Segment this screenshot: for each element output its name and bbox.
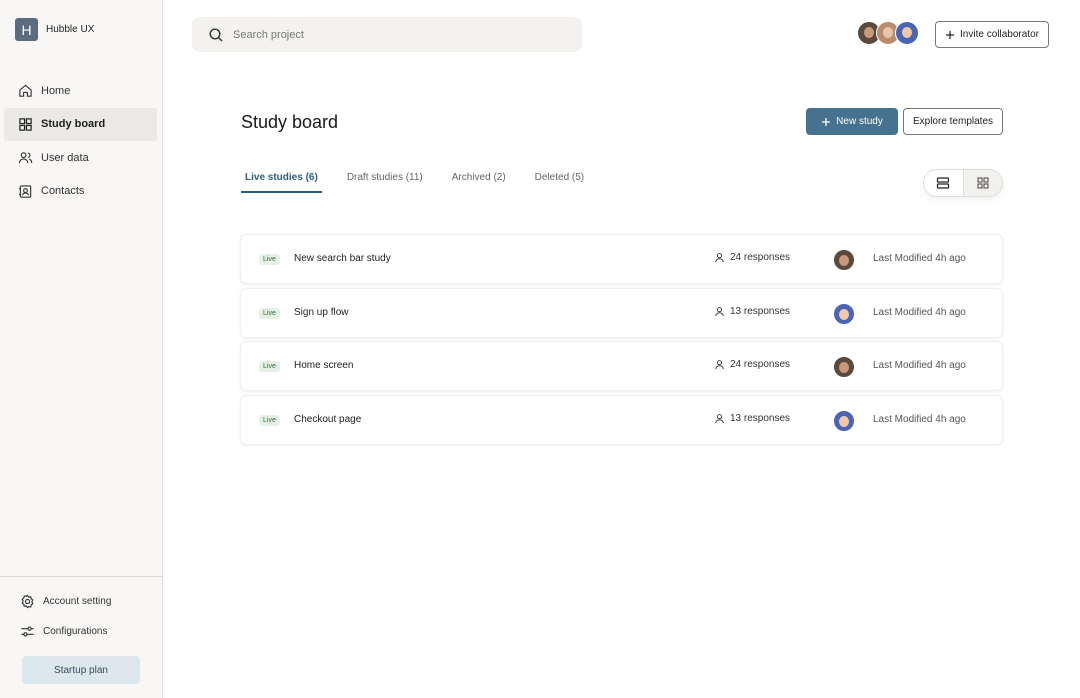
sidebar-item-label: Configurations — [43, 625, 108, 637]
explore-templates-button[interactable]: Explore templates — [903, 108, 1003, 135]
sidebar-divider — [0, 576, 163, 577]
responses-count: 24 responses — [714, 359, 790, 370]
responses-label: 13 responses — [730, 412, 791, 424]
workspace-logo: H — [15, 18, 38, 41]
sidebar-item-account-setting[interactable]: Account setting — [4, 586, 157, 616]
tab-archived[interactable]: Archived (2) — [448, 172, 510, 193]
search-icon — [209, 27, 223, 41]
last-modified: Last Modified 4h ago — [873, 360, 966, 371]
avatar — [833, 249, 855, 271]
sidebar-item-home[interactable]: Home — [4, 74, 157, 108]
tab-draft-studies[interactable]: Draft studies (11) — [343, 172, 427, 193]
gear-icon — [21, 594, 34, 608]
study-list: Live New search bar study 24 responses L… — [240, 234, 1003, 448]
grid-icon — [19, 118, 32, 131]
invite-collaborator-label: Invite collaborator — [960, 29, 1039, 40]
invite-collaborator-button[interactable]: Invite collaborator — [935, 21, 1049, 48]
sidebar-item-contacts[interactable]: Contacts — [4, 175, 157, 209]
study-row[interactable]: Live Checkout page 13 responses Last Mod… — [240, 394, 1003, 445]
sidebar-item-configurations[interactable]: Configurations — [4, 616, 157, 646]
responses-label: 24 responses — [730, 359, 791, 370]
collaborator-avatars[interactable] — [857, 21, 919, 45]
sidebar: H Hubble UX Home Study board User data C… — [0, 0, 163, 698]
avatar — [833, 302, 855, 325]
sidebar-bottom-nav: Account setting Configurations — [4, 586, 157, 646]
home-icon — [19, 84, 32, 97]
responses-label: 13 responses — [730, 305, 791, 317]
list-view-button[interactable] — [924, 170, 963, 196]
grid-view-icon — [977, 177, 989, 189]
status-badge: Live — [259, 307, 280, 319]
sidebar-item-label: Study board — [41, 118, 106, 131]
last-modified: Last Modified 4h ago — [873, 413, 966, 425]
sidebar-item-label: Home — [41, 84, 71, 97]
sliders-icon — [21, 626, 34, 636]
tab-deleted[interactable]: Deleted (5) — [531, 172, 588, 193]
sidebar-nav: Home Study board User data Contacts — [4, 74, 157, 208]
workspace-switcher[interactable]: H Hubble UX — [15, 18, 94, 41]
study-row[interactable]: Live Sign up flow 13 responses Last Modi… — [240, 287, 1003, 338]
users-icon — [18, 152, 33, 164]
contacts-icon — [18, 185, 32, 198]
status-badge: Live — [259, 254, 280, 265]
sidebar-item-user-data[interactable]: User data — [4, 141, 157, 175]
responses-count: 13 responses — [714, 306, 790, 317]
new-study-button[interactable]: New study — [806, 108, 898, 135]
sidebar-item-label: Contacts — [41, 185, 85, 198]
sidebar-item-label: User data — [41, 151, 89, 164]
sidebar-item-study-board[interactable]: Study board — [4, 107, 157, 141]
workspace-name: Hubble UX — [46, 24, 95, 35]
list-view-icon — [937, 177, 950, 189]
study-name: Home screen — [294, 360, 354, 371]
new-study-label: New study — [836, 116, 883, 127]
study-row[interactable]: Live New search bar study 24 responses L… — [240, 234, 1003, 284]
startup-plan-button[interactable]: Startup plan — [22, 656, 140, 684]
grid-view-button[interactable] — [962, 170, 1002, 196]
tab-live-studies[interactable]: Live studies (6) — [241, 172, 322, 193]
last-modified: Last Modified 4h ago — [873, 306, 966, 318]
status-badge: Live — [259, 414, 280, 426]
search-bar — [192, 17, 582, 52]
study-name: Sign up flow — [294, 306, 349, 318]
avatar — [895, 21, 919, 45]
user-icon — [715, 413, 724, 423]
sidebar-item-label: Account setting — [43, 595, 112, 607]
study-name: New search bar study — [294, 253, 391, 264]
responses-count: 13 responses — [714, 413, 790, 424]
last-modified: Last Modified 4h ago — [873, 253, 966, 264]
study-row[interactable]: Live Home screen 24 responses Last Modif… — [240, 341, 1003, 391]
avatar — [833, 409, 855, 432]
avatar — [833, 356, 855, 378]
page-title: Study board — [241, 112, 339, 132]
status-badge: Live — [259, 361, 280, 372]
study-name: Checkout page — [294, 413, 362, 425]
user-icon — [715, 306, 724, 316]
user-icon — [715, 253, 724, 263]
responses-label: 24 responses — [730, 252, 791, 263]
plus-icon — [822, 117, 831, 126]
view-toggle — [923, 169, 1003, 197]
responses-count: 24 responses — [714, 252, 790, 263]
plus-icon — [946, 30, 955, 39]
search-input[interactable] — [233, 28, 533, 41]
study-tabs: Live studies (6) Draft studies (11) Arch… — [241, 172, 609, 193]
user-icon — [715, 360, 724, 370]
